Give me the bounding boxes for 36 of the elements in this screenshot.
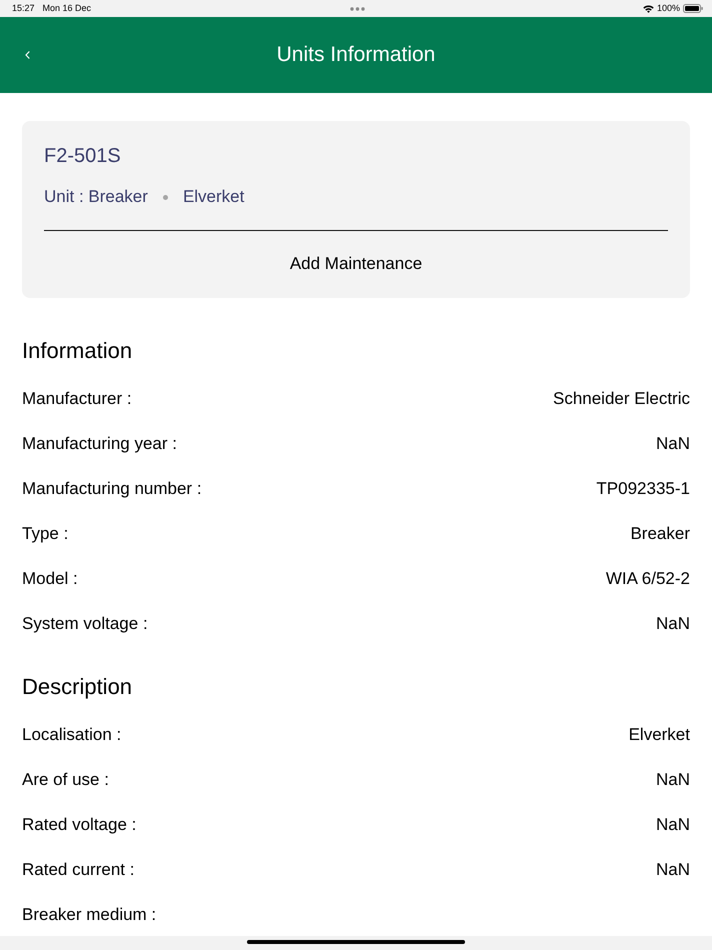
field-value: Elverket <box>628 724 690 744</box>
separator-dot-icon <box>162 194 168 200</box>
field-value: NaN <box>656 814 690 834</box>
field-label: Localisation : <box>22 724 122 744</box>
unit-location: Elverket <box>182 187 244 207</box>
field-label: Are of use : <box>22 770 109 790</box>
field-value: NaN <box>656 614 690 634</box>
field-label: Rated current : <box>22 860 134 880</box>
field-label: Manufacturer : <box>22 388 132 408</box>
field-value: TP092335-1 <box>596 478 690 498</box>
field-value: Breaker <box>630 524 690 544</box>
battery-percentage: 100% <box>656 3 680 14</box>
section-title: Description <box>22 674 132 700</box>
page-title: Units Information <box>276 42 436 68</box>
field-value: NaN <box>656 860 690 880</box>
field-value: WIA 6/52-2 <box>606 568 690 588</box>
field-label: Manufacturing year : <box>22 434 177 454</box>
field-value: NaN <box>656 434 690 454</box>
wifi-icon <box>642 4 654 12</box>
more-dots-icon <box>350 6 365 10</box>
field-label: System voltage : <box>22 614 148 634</box>
add-maintenance-button[interactable]: Add Maintenance <box>44 231 668 297</box>
status-time: 15:27 <box>12 3 35 14</box>
field-label: Type : <box>22 524 68 544</box>
status-date: Mon 16 Dec <box>42 3 92 14</box>
field-value: NaN <box>656 770 690 790</box>
section-title: Information <box>22 338 132 364</box>
field-label: Rated voltage : <box>22 814 136 834</box>
field-value: Schneider Electric <box>552 388 690 408</box>
back-icon[interactable] <box>25 51 30 59</box>
unit-name: F2-501S <box>44 144 121 168</box>
battery-icon <box>683 4 703 13</box>
field-label: Manufacturing number : <box>22 478 202 498</box>
field-label: Breaker medium : <box>22 904 156 924</box>
unit-type: Unit : Breaker <box>44 187 148 207</box>
field-label: Model : <box>22 568 78 588</box>
